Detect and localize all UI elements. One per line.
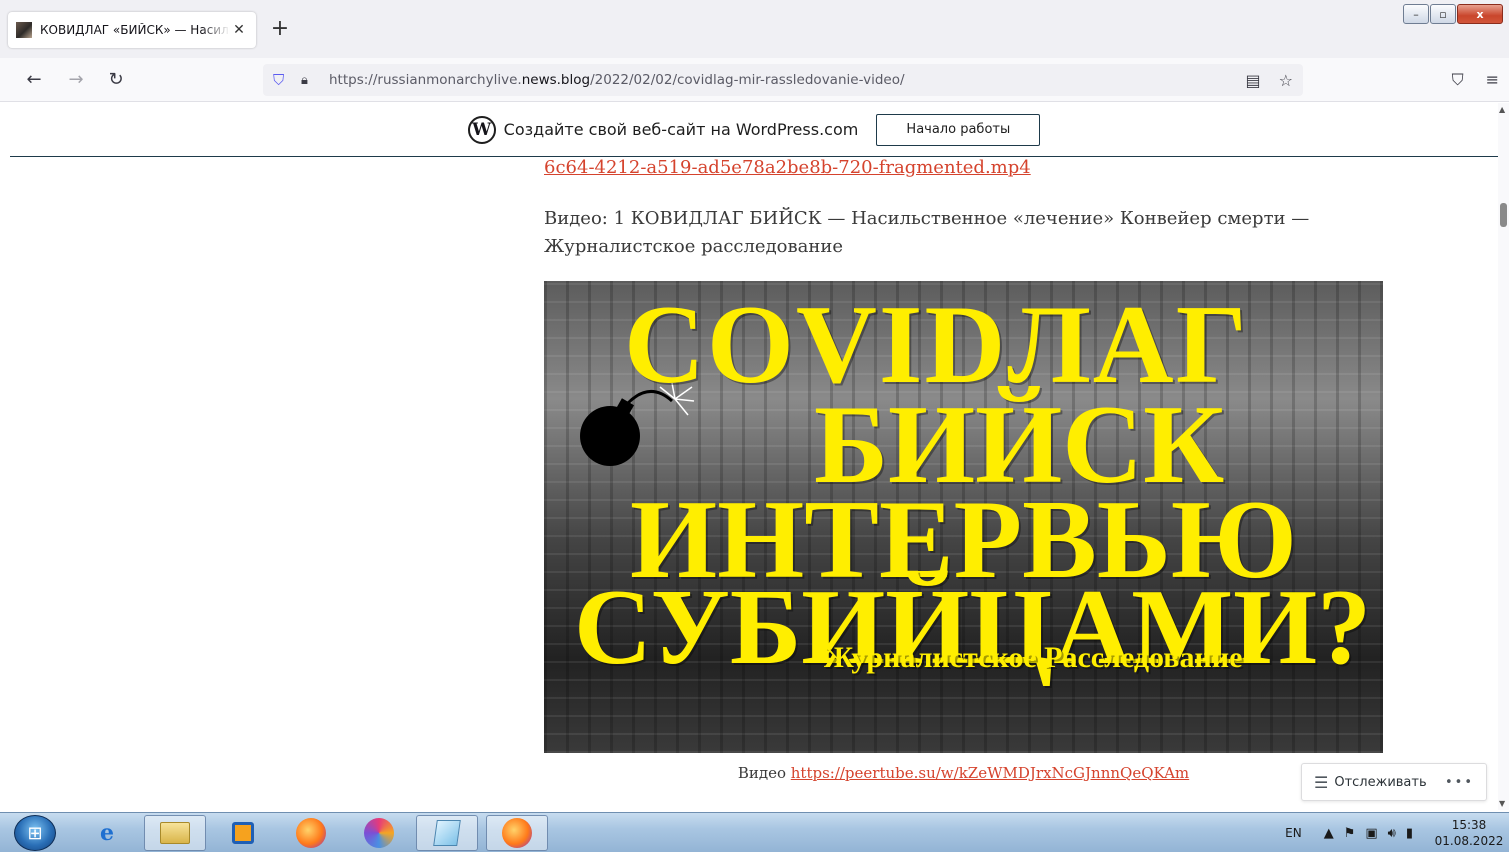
scroll-down-icon[interactable]: ▼ [1499, 799, 1505, 808]
windows-taskbar: ⊞ e EN ▲ ⚑ ▣ 🔊︎ ▮ 15:38 01.08.2022 [0, 812, 1509, 852]
tab-strip: КОВИДЛАГ «БИЙСК» — Насильственное «лечен… [0, 0, 1509, 58]
follow-widget: ☰ Отслеживать ••• [1301, 763, 1487, 801]
menu-icon[interactable]: ≡ [1486, 70, 1499, 90]
minimize-button[interactable]: – [1403, 4, 1429, 24]
window-controls: – ▫ x [1402, 4, 1503, 24]
get-started-button[interactable]: Начало работы [876, 113, 1041, 146]
action-center-flag-icon[interactable]: ⚑ [1344, 826, 1356, 841]
reload-icon[interactable]: ↻ [104, 68, 128, 92]
site-favicon-icon [16, 22, 32, 38]
new-tab-button[interactable]: + [268, 18, 292, 40]
start-button[interactable]: ⊞ [14, 815, 56, 851]
page-scrollbar[interactable]: ▲ ▼ [1498, 103, 1509, 810]
volume-icon[interactable]: 🔊︎ [1388, 826, 1396, 841]
video-poster-image[interactable]: COVIDЛАГ БИЙСК ИНТЕРВЬЮ СУБИЙЦАМИ? Журна… [544, 281, 1383, 753]
wordpress-banner-text[interactable]: Создайте свой веб-сайт на WordPress.com [504, 120, 859, 139]
file-explorer-icon[interactable] [144, 815, 206, 851]
scrollbar-thumb[interactable] [1500, 203, 1507, 227]
video-caption: Видео https://peertube.su/w/kZeWMDJrxNcG… [544, 764, 1383, 782]
back-icon[interactable]: ← [22, 68, 46, 92]
shield-icon[interactable]: ⛉ [273, 71, 291, 89]
clock-time: 15:38 [1451, 818, 1487, 832]
address-bar[interactable]: ⛉ 🔒︎ https://russianmonarchylive.news.bl… [263, 64, 1303, 96]
url-text[interactable]: https://russianmonarchylive.news.blog/20… [329, 72, 905, 88]
tab-title: КОВИДЛАГ «БИЙСК» — Насильственное «лечен… [40, 23, 230, 37]
reader-icon[interactable]: ▤ [1246, 71, 1261, 90]
notepad-icon[interactable] [416, 815, 478, 851]
firefox-icon[interactable] [280, 815, 342, 851]
close-window-button[interactable]: x [1457, 4, 1503, 24]
article-paragraph: Видео: 1 КОВИДЛАГ БИЙСК — Насильственное… [544, 208, 1310, 257]
show-hidden-icons-icon[interactable]: ▲ [1324, 826, 1334, 841]
firefox-active-icon[interactable] [486, 815, 548, 851]
follow-button[interactable]: Отслеживать [1334, 775, 1426, 790]
video-file-link[interactable]: 6c64-4212-a519-ad5e78a2be8b-720-fragment… [544, 157, 1031, 178]
peertube-link[interactable]: https://peertube.su/w/kZeWMDJrxNcGJnnnQe… [791, 764, 1189, 782]
language-indicator[interactable]: EN [1285, 826, 1302, 840]
scroll-up-icon[interactable]: ▲ [1499, 105, 1505, 114]
bookmark-star-icon[interactable]: ☆ [1279, 71, 1293, 90]
power-icon[interactable]: ▮ [1406, 826, 1413, 841]
wordpress-logo-icon: W [467, 115, 496, 144]
more-options-button[interactable]: ••• [1445, 775, 1474, 790]
reader-add-icon[interactable]: ☰ [1314, 773, 1328, 792]
maximize-button[interactable]: ▫ [1430, 4, 1456, 24]
system-clock[interactable]: 15:38 01.08.2022 [1429, 817, 1509, 849]
pocket-icon[interactable]: ⛉ [1452, 70, 1464, 90]
lock-icon[interactable]: 🔒︎ [301, 73, 315, 88]
tab-close-icon[interactable]: ✕ [230, 22, 248, 38]
poster-subtitle: Журналистское Расследование [824, 641, 1243, 674]
wordpress-banner: W Создайте свой веб-сайт на WordPress.co… [10, 103, 1498, 157]
system-tray: EN ▲ ⚑ ▣ 🔊︎ ▮ 15:38 01.08.2022 [1285, 813, 1509, 853]
navigation-toolbar: ← → ↻ ⛉ 🔒︎ https://russianmonarchylive.n… [0, 58, 1509, 102]
browser-tab[interactable]: КОВИДЛАГ «БИЙСК» — Насильственное «лечен… [8, 12, 256, 48]
network-icon[interactable]: ▣ [1365, 826, 1377, 841]
app-swirl-icon[interactable] [348, 815, 410, 851]
caption-label: Видео [737, 764, 791, 782]
clock-date: 01.08.2022 [1434, 834, 1504, 848]
media-player-icon[interactable] [212, 815, 274, 851]
internet-explorer-icon[interactable]: e [76, 815, 138, 851]
forward-icon[interactable]: → [64, 68, 88, 92]
